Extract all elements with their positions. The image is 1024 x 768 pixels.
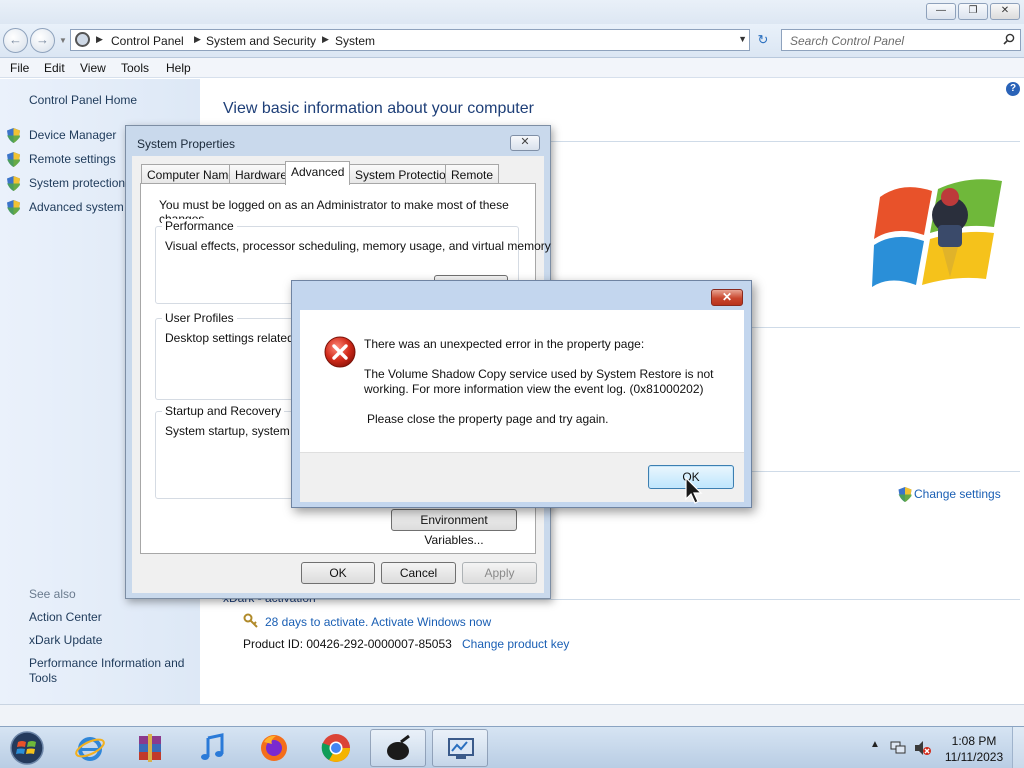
restore-button[interactable]: ❐ xyxy=(958,3,988,20)
close-button[interactable]: ✕ xyxy=(711,289,743,306)
search-icon[interactable] xyxy=(1003,33,1015,45)
internet-explorer-icon xyxy=(75,737,105,761)
breadcrumb-arrow-icon[interactable]: ▶ xyxy=(194,34,201,45)
menu-tools[interactable]: Tools xyxy=(121,61,149,75)
menu-bar: File Edit View Tools Help xyxy=(0,58,1024,78)
address-dropdown-icon[interactable]: ▼ xyxy=(738,34,747,44)
close-button[interactable]: ✕ xyxy=(510,135,540,151)
tab-system-protection[interactable]: System Protection xyxy=(349,164,459,184)
key-icon xyxy=(243,613,258,628)
address-toolbar: ← → ▼ ▶ Control Panel ▶ System and Secur… xyxy=(0,24,1024,58)
refresh-icon[interactable]: ↻ xyxy=(752,29,774,51)
back-button[interactable]: ← xyxy=(3,28,28,53)
taskbar-dark-app[interactable] xyxy=(370,729,426,767)
error-detail-line2: working. For more information view the e… xyxy=(364,382,704,396)
shield-icon xyxy=(7,176,20,191)
breadcrumb-arrow-icon[interactable]: ▶ xyxy=(322,34,329,45)
change-settings-link[interactable]: Change settings xyxy=(914,487,1001,501)
cancel-button[interactable]: Cancel xyxy=(381,562,456,584)
error-detail-line1: The Volume Shadow Copy service used by S… xyxy=(364,367,714,381)
shield-icon xyxy=(898,487,912,502)
control-panel-home-link[interactable]: Control Panel Home xyxy=(29,93,137,107)
page-title: View basic information about your comput… xyxy=(223,100,534,117)
environment-variables-button[interactable]: Environment Variables... xyxy=(391,509,517,547)
show-desktop-button[interactable] xyxy=(1012,727,1024,768)
shield-icon xyxy=(7,152,20,167)
error-heading: There was an unexpected error in the pro… xyxy=(364,337,645,351)
help-icon[interactable]: ? xyxy=(1006,82,1020,96)
error-dialog: ✕ There was an unexpected error in the p… xyxy=(291,280,752,508)
show-hidden-icons-icon[interactable]: ▲ xyxy=(870,739,880,750)
system-protection-link[interactable]: System protection xyxy=(29,176,125,190)
taskbar-itunes[interactable] xyxy=(184,729,240,767)
address-bar[interactable]: ▶ Control Panel ▶ System and Security ▶ … xyxy=(70,29,750,51)
error-icon xyxy=(324,336,356,368)
dark-app-icon xyxy=(387,734,410,760)
title-bar: — ❐ ✕ xyxy=(0,0,1024,24)
breadcrumb-arrow-icon[interactable]: ▶ xyxy=(96,34,103,45)
breadcrumb-control-panel[interactable]: Control Panel xyxy=(111,34,184,48)
divider xyxy=(222,599,1020,600)
chrome-icon xyxy=(321,734,350,762)
search-input[interactable]: Search Control Panel xyxy=(781,29,1021,51)
menu-file[interactable]: File xyxy=(10,61,29,75)
shield-icon xyxy=(7,128,20,143)
device-manager-link[interactable]: Device Manager xyxy=(29,128,116,142)
ok-button[interactable]: OK xyxy=(301,562,375,584)
windows-logo-image xyxy=(872,179,1002,287)
user-profiles-description: Desktop settings related to xyxy=(165,331,308,345)
performance-info-link[interactable]: Performance Information and xyxy=(29,656,184,670)
clock-date[interactable]: 11/11/2023 xyxy=(940,750,1008,764)
forward-button[interactable]: → xyxy=(30,28,55,53)
tab-remote[interactable]: Remote xyxy=(445,164,500,184)
menu-view[interactable]: View xyxy=(80,61,106,75)
mouse-cursor-icon xyxy=(685,477,703,504)
status-bar xyxy=(0,704,1024,726)
breadcrumb-system[interactable]: System xyxy=(335,34,375,48)
recent-pages-icon[interactable]: ▼ xyxy=(59,36,67,45)
taskbar-chrome[interactable] xyxy=(308,729,364,767)
close-button[interactable]: ✕ xyxy=(990,3,1020,20)
performance-description: Visual effects, processor scheduling, me… xyxy=(165,239,551,253)
menu-help[interactable]: Help xyxy=(166,61,191,75)
taskbar-firefox[interactable] xyxy=(246,729,302,767)
product-id: Product ID: 00426-292-0000007-85053 xyxy=(243,637,452,651)
dialog-footer: OK xyxy=(300,452,744,502)
tab-computer-name[interactable]: Computer Name xyxy=(141,164,242,184)
tab-advanced[interactable]: Advanced xyxy=(285,161,351,185)
tab-hardware[interactable]: Hardware xyxy=(229,164,294,184)
user-profiles-label: User Profiles xyxy=(162,311,237,325)
taskbar-internet-explorer[interactable] xyxy=(62,729,118,767)
firefox-icon xyxy=(261,735,287,761)
system-monitor-icon xyxy=(448,738,474,759)
xdark-update-link[interactable]: xDark Update xyxy=(29,633,102,647)
error-instruction: Please close the property page and try a… xyxy=(367,412,609,426)
performance-label: Performance xyxy=(162,219,237,233)
startup-recovery-label: Startup and Recovery xyxy=(162,404,285,418)
taskbar: ▲ 1:08 PM 11/11/2023 xyxy=(0,726,1024,768)
action-center-link[interactable]: Action Center xyxy=(29,610,102,624)
search-placeholder: Search Control Panel xyxy=(790,34,905,48)
minimize-button[interactable]: — xyxy=(926,3,956,20)
see-also-heading: See also xyxy=(29,587,76,601)
breadcrumb-system-security[interactable]: System and Security xyxy=(206,34,316,48)
winrar-icon xyxy=(139,734,161,762)
start-button[interactable] xyxy=(7,730,47,766)
activate-windows-link[interactable]: 28 days to activate. Activate Windows no… xyxy=(265,615,491,629)
change-product-key-link[interactable]: Change product key xyxy=(462,637,569,651)
advanced-system-settings-link[interactable]: Advanced system xyxy=(29,200,124,214)
apply-button[interactable]: Apply xyxy=(462,562,537,584)
network-icon[interactable] xyxy=(890,740,906,756)
menu-edit[interactable]: Edit xyxy=(44,61,65,75)
clock-time[interactable]: 1:08 PM xyxy=(946,734,1002,748)
music-note-icon xyxy=(201,733,224,760)
taskbar-winrar[interactable] xyxy=(122,729,178,767)
control-panel-icon xyxy=(75,32,90,47)
volume-muted-icon[interactable] xyxy=(914,740,932,756)
remote-settings-link[interactable]: Remote settings xyxy=(29,152,116,166)
dialog-title: System Properties xyxy=(137,137,236,151)
performance-info-link-tools[interactable]: Tools xyxy=(29,671,57,685)
taskbar-system-control-panel[interactable] xyxy=(432,729,488,767)
shield-icon xyxy=(7,200,20,215)
